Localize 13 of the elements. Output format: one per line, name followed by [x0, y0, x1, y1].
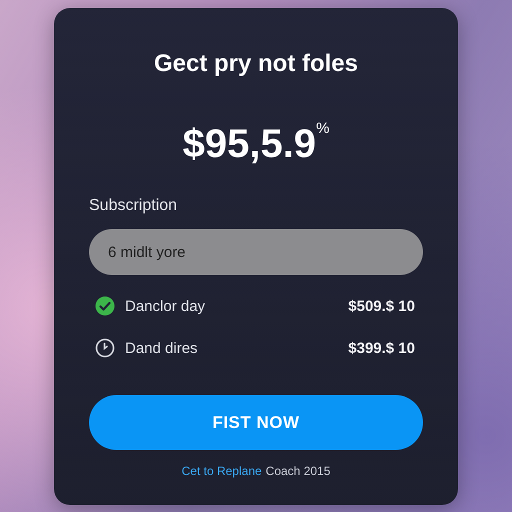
feature-price: $399.$ 10	[348, 340, 415, 356]
footer-link[interactable]: Cet to Replane	[182, 464, 262, 478]
card-title: Gect pry not foles	[154, 50, 358, 78]
checkmark-icon	[95, 296, 115, 316]
cta-button[interactable]: FIST NOW	[89, 395, 423, 450]
feature-price: $509.$ 10	[348, 298, 415, 314]
footer-text: Coach 2015	[266, 464, 330, 478]
feature-label: Dand dires	[125, 340, 198, 356]
feature-label: Danclor day	[125, 298, 206, 314]
subscription-field[interactable]: 6 midlt yore	[89, 229, 423, 275]
clock-icon	[95, 338, 115, 358]
price: $95,5.9$^{%}$	[182, 122, 330, 167]
field-label: Subscription	[89, 197, 178, 215]
